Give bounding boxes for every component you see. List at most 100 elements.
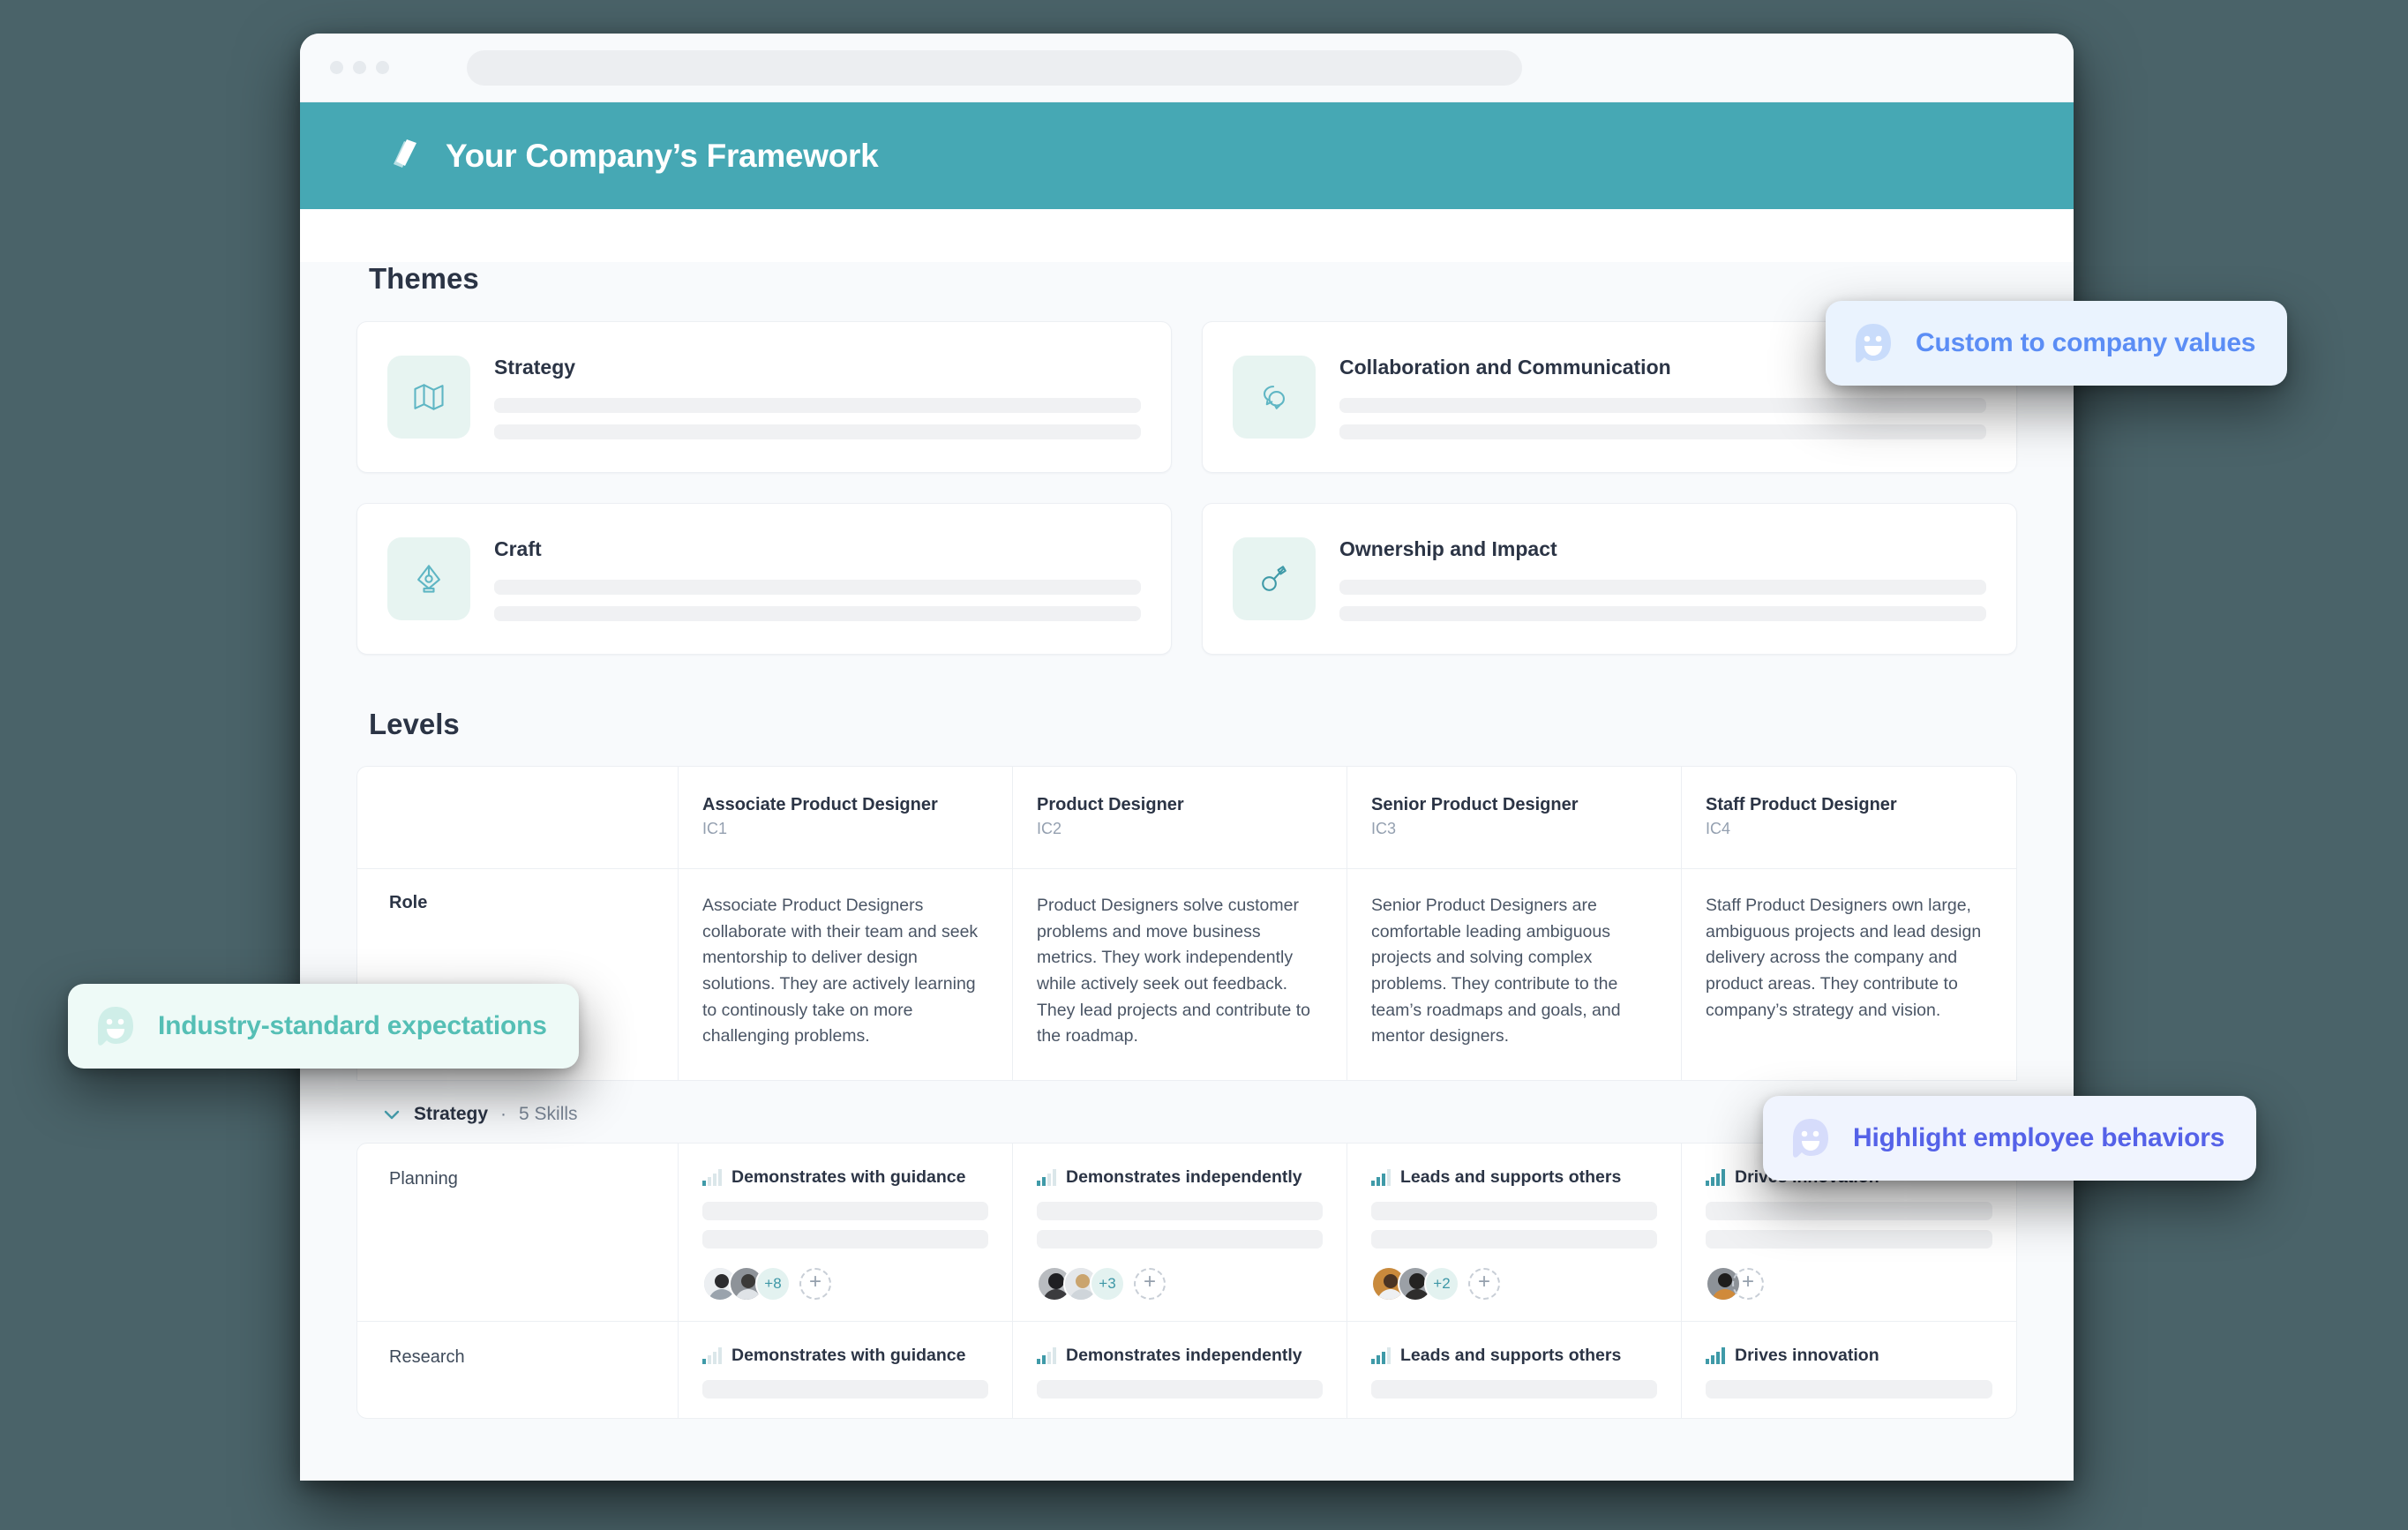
level-title: Senior Product Designer bbox=[1371, 795, 1579, 814]
skill-text-placeholder bbox=[702, 1201, 988, 1249]
themes-section-title: Themes bbox=[369, 262, 479, 295]
skill-level-label: Demonstrates with guidance bbox=[731, 1166, 966, 1187]
skill-name-cell: Planning bbox=[357, 1143, 679, 1321]
level-code: IC1 bbox=[702, 820, 728, 837]
close-window-dot[interactable] bbox=[330, 61, 343, 74]
role-description-cell: Product Designers solve customer problem… bbox=[1013, 869, 1347, 1080]
skill-level-cell[interactable]: Drives innovation bbox=[1682, 1322, 2016, 1418]
levels-corner-cell bbox=[357, 767, 679, 868]
signal-bars-icon bbox=[1706, 1346, 1725, 1365]
levels-role-row: Role Associate Product Designers collabo… bbox=[357, 868, 2016, 1080]
chat-bubbles-icon bbox=[1233, 356, 1316, 439]
add-assignee-button[interactable]: + bbox=[1468, 1267, 1500, 1300]
skill-text-placeholder bbox=[1371, 1379, 1657, 1399]
skill-level-cell[interactable]: Demonstrates with guidance bbox=[679, 1321, 1013, 1418]
window-traffic-lights bbox=[330, 61, 389, 74]
callout-highlight-employee-behaviors: Highlight employee behaviors bbox=[1763, 1096, 2257, 1181]
level-title: Product Designer bbox=[1037, 795, 1184, 814]
add-assignee-button[interactable]: + bbox=[799, 1267, 831, 1300]
theme-card-ownership[interactable]: Ownership and Impact bbox=[1202, 503, 2017, 655]
chevron-down-icon[interactable] bbox=[382, 1105, 401, 1124]
role-description-cell: Staff Product Designers own large, ambig… bbox=[1682, 869, 2016, 1080]
role-description: Product Designers solve customer problem… bbox=[1037, 896, 1311, 1046]
assignee-avatar-group[interactable]: +3 + bbox=[1037, 1265, 1323, 1301]
assignee-avatar-group[interactable]: + bbox=[1706, 1265, 1992, 1301]
skill-level-label: Drives innovation bbox=[1735, 1345, 1879, 1365]
skill-level-cell[interactable]: Demonstrates independently bbox=[1013, 1143, 1347, 1321]
level-code: IC3 bbox=[1371, 820, 1397, 837]
skill-text-placeholder bbox=[1706, 1201, 1992, 1249]
screenshot-root: Your Company’s Framework Themes Strategy bbox=[0, 0, 2408, 1530]
skill-group-title: Strategy bbox=[414, 1103, 489, 1124]
theme-name: Craft bbox=[494, 536, 542, 560]
browser-chrome-bar bbox=[300, 34, 2074, 102]
skill-text-placeholder bbox=[1371, 1201, 1657, 1249]
themes-grid: Strategy Collaboration and Communication… bbox=[356, 321, 2017, 655]
skill-name-cell: Research bbox=[357, 1321, 679, 1418]
skill-level-label: Demonstrates independently bbox=[1066, 1345, 1302, 1365]
address-bar[interactable] bbox=[467, 49, 1522, 86]
role-description: Staff Product Designers own large, ambig… bbox=[1706, 896, 1982, 1020]
page-content: Themes Strategy Collaboration and Commun… bbox=[300, 262, 2074, 1481]
app-title: Your Company’s Framework bbox=[446, 137, 879, 174]
theme-card-craft[interactable]: Craft bbox=[356, 503, 1172, 655]
theme-name: Ownership and Impact bbox=[1339, 536, 1557, 560]
level-code: IC2 bbox=[1037, 820, 1062, 837]
avatar-overflow-count[interactable]: +2 bbox=[1424, 1265, 1459, 1301]
callout-label: Industry-standard expectations bbox=[158, 1011, 547, 1040]
role-description-cell: Associate Product Designers collaborate … bbox=[679, 869, 1013, 1080]
levels-section-title: Levels bbox=[369, 708, 460, 740]
level-column-ic3[interactable]: Senior Product Designer IC3 bbox=[1347, 767, 1682, 868]
assignee-avatar-group[interactable]: +2 + bbox=[1371, 1265, 1657, 1301]
theme-text-placeholder bbox=[1339, 424, 1986, 439]
callout-label: Highlight employee behaviors bbox=[1853, 1123, 2225, 1152]
avatar-overflow-count[interactable]: +3 bbox=[1090, 1265, 1125, 1301]
ghost-smile-icon bbox=[93, 1003, 139, 1049]
add-assignee-button[interactable]: + bbox=[1732, 1267, 1764, 1300]
map-icon bbox=[387, 356, 470, 439]
skill-name: Research bbox=[389, 1346, 465, 1367]
role-description-cell: Senior Product Designers are comfortable… bbox=[1347, 869, 1682, 1080]
theme-text-placeholder bbox=[494, 605, 1141, 621]
assignee-avatar-group[interactable]: +8 + bbox=[702, 1265, 988, 1301]
theme-text-placeholder bbox=[494, 579, 1141, 595]
key-icon bbox=[1233, 537, 1316, 620]
avatar-overflow-count[interactable]: +8 bbox=[755, 1265, 791, 1301]
level-column-ic4[interactable]: Staff Product Designer IC4 bbox=[1682, 767, 2016, 868]
role-description: Senior Product Designers are comfortable… bbox=[1371, 896, 1621, 1046]
minimize-window-dot[interactable] bbox=[353, 61, 366, 74]
signal-bars-icon bbox=[702, 1168, 722, 1187]
theme-text-placeholder bbox=[494, 397, 1141, 413]
signal-bars-icon bbox=[1037, 1168, 1056, 1187]
skill-level-cell[interactable]: Leads and supports others bbox=[1347, 1143, 1682, 1321]
callout-label: Custom to company values bbox=[1916, 328, 2256, 357]
role-description: Associate Product Designers collaborate … bbox=[702, 896, 979, 1046]
theme-card-strategy[interactable]: Strategy bbox=[356, 321, 1172, 473]
skills-table: Planning Demonstrates with guidance +8 +… bbox=[356, 1142, 2017, 1419]
theme-name: Strategy bbox=[494, 355, 576, 379]
theme-text-placeholder bbox=[494, 424, 1141, 439]
callout-custom-to-company-values: Custom to company values bbox=[1826, 301, 2288, 386]
add-assignee-button[interactable]: + bbox=[1134, 1267, 1166, 1300]
browser-window: Your Company’s Framework Themes Strategy bbox=[300, 34, 2074, 1481]
skill-level-cell[interactable]: Leads and supports others bbox=[1347, 1321, 1682, 1418]
theme-text-placeholder bbox=[1339, 579, 1986, 595]
level-title: Staff Product Designer bbox=[1706, 795, 1897, 814]
signal-bars-icon bbox=[1706, 1168, 1725, 1187]
signal-bars-icon bbox=[702, 1346, 722, 1365]
skill-text-placeholder bbox=[1706, 1379, 1992, 1399]
leaf-pages-icon bbox=[386, 137, 425, 176]
skill-text-placeholder bbox=[1037, 1201, 1323, 1249]
maximize-window-dot[interactable] bbox=[376, 61, 389, 74]
skill-name: Planning bbox=[389, 1168, 458, 1189]
skill-group-separator: · bbox=[500, 1103, 507, 1124]
level-column-ic2[interactable]: Product Designer IC2 bbox=[1013, 767, 1347, 868]
skill-level-cell[interactable]: Demonstrates independently bbox=[1013, 1321, 1347, 1418]
theme-text-placeholder bbox=[1339, 397, 1986, 413]
skill-level-cell[interactable]: Demonstrates with guidance bbox=[679, 1143, 1013, 1321]
level-column-ic1[interactable]: Associate Product Designer IC1 bbox=[679, 767, 1013, 868]
level-title: Associate Product Designer bbox=[702, 795, 938, 814]
signal-bars-icon bbox=[1037, 1346, 1056, 1365]
skill-level-label: Leads and supports others bbox=[1400, 1345, 1622, 1365]
level-code: IC4 bbox=[1706, 820, 1731, 837]
